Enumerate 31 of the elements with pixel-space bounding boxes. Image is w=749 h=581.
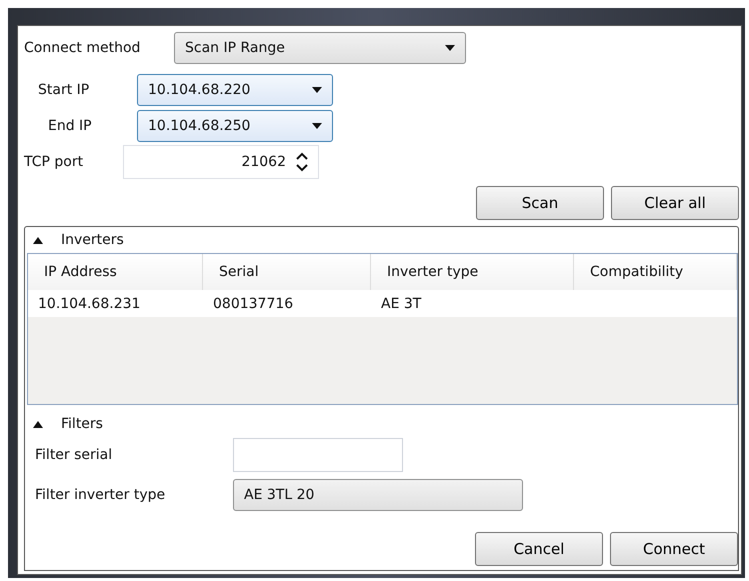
table-cell: 10.104.68.231 [28,290,203,317]
action-button[interactable]: Connect [610,532,738,566]
section-title: Filters [61,416,103,432]
inverter-type-dropdown[interactable]: AE 3TL 20 [233,479,523,511]
end-ip-dropdown[interactable]: 10.104.68.250 [137,110,333,142]
start-ip-dropdown[interactable]: 10.104.68.220 [137,74,333,106]
collapse-icon[interactable] [33,236,43,244]
table-cell: AE 3T [371,290,574,317]
field-label: Connect method [24,40,142,56]
connect-method-dropdown[interactable]: Scan IP Range [174,32,466,64]
column-header[interactable]: IP Address [28,254,203,290]
column-header[interactable]: Compatibility [574,254,737,290]
spinner-arrows-icon[interactable] [296,152,308,172]
caret-icon [312,87,322,93]
column-header[interactable]: Serial [203,254,371,290]
field-label: End IP [48,118,93,134]
action-button[interactable]: Clear all [611,186,739,220]
action-button[interactable]: Cancel [475,532,603,566]
collapse-icon[interactable] [33,420,43,428]
column-header[interactable]: Inverter type [371,254,574,290]
section-title: Inverters [61,232,124,248]
action-button[interactable]: Scan [476,186,604,220]
field-label: Filter serial [35,447,114,463]
tcp-port-spinner[interactable]: 21062 [123,145,319,179]
field-label: Filter inverter type [35,487,166,503]
field-label: TCP port [24,154,84,170]
table-cell: 080137716 [203,290,371,317]
field-label: Start IP [38,82,90,98]
caret-icon [445,45,455,51]
caret-icon [312,123,322,129]
filter-serial-field[interactable] [233,438,403,472]
